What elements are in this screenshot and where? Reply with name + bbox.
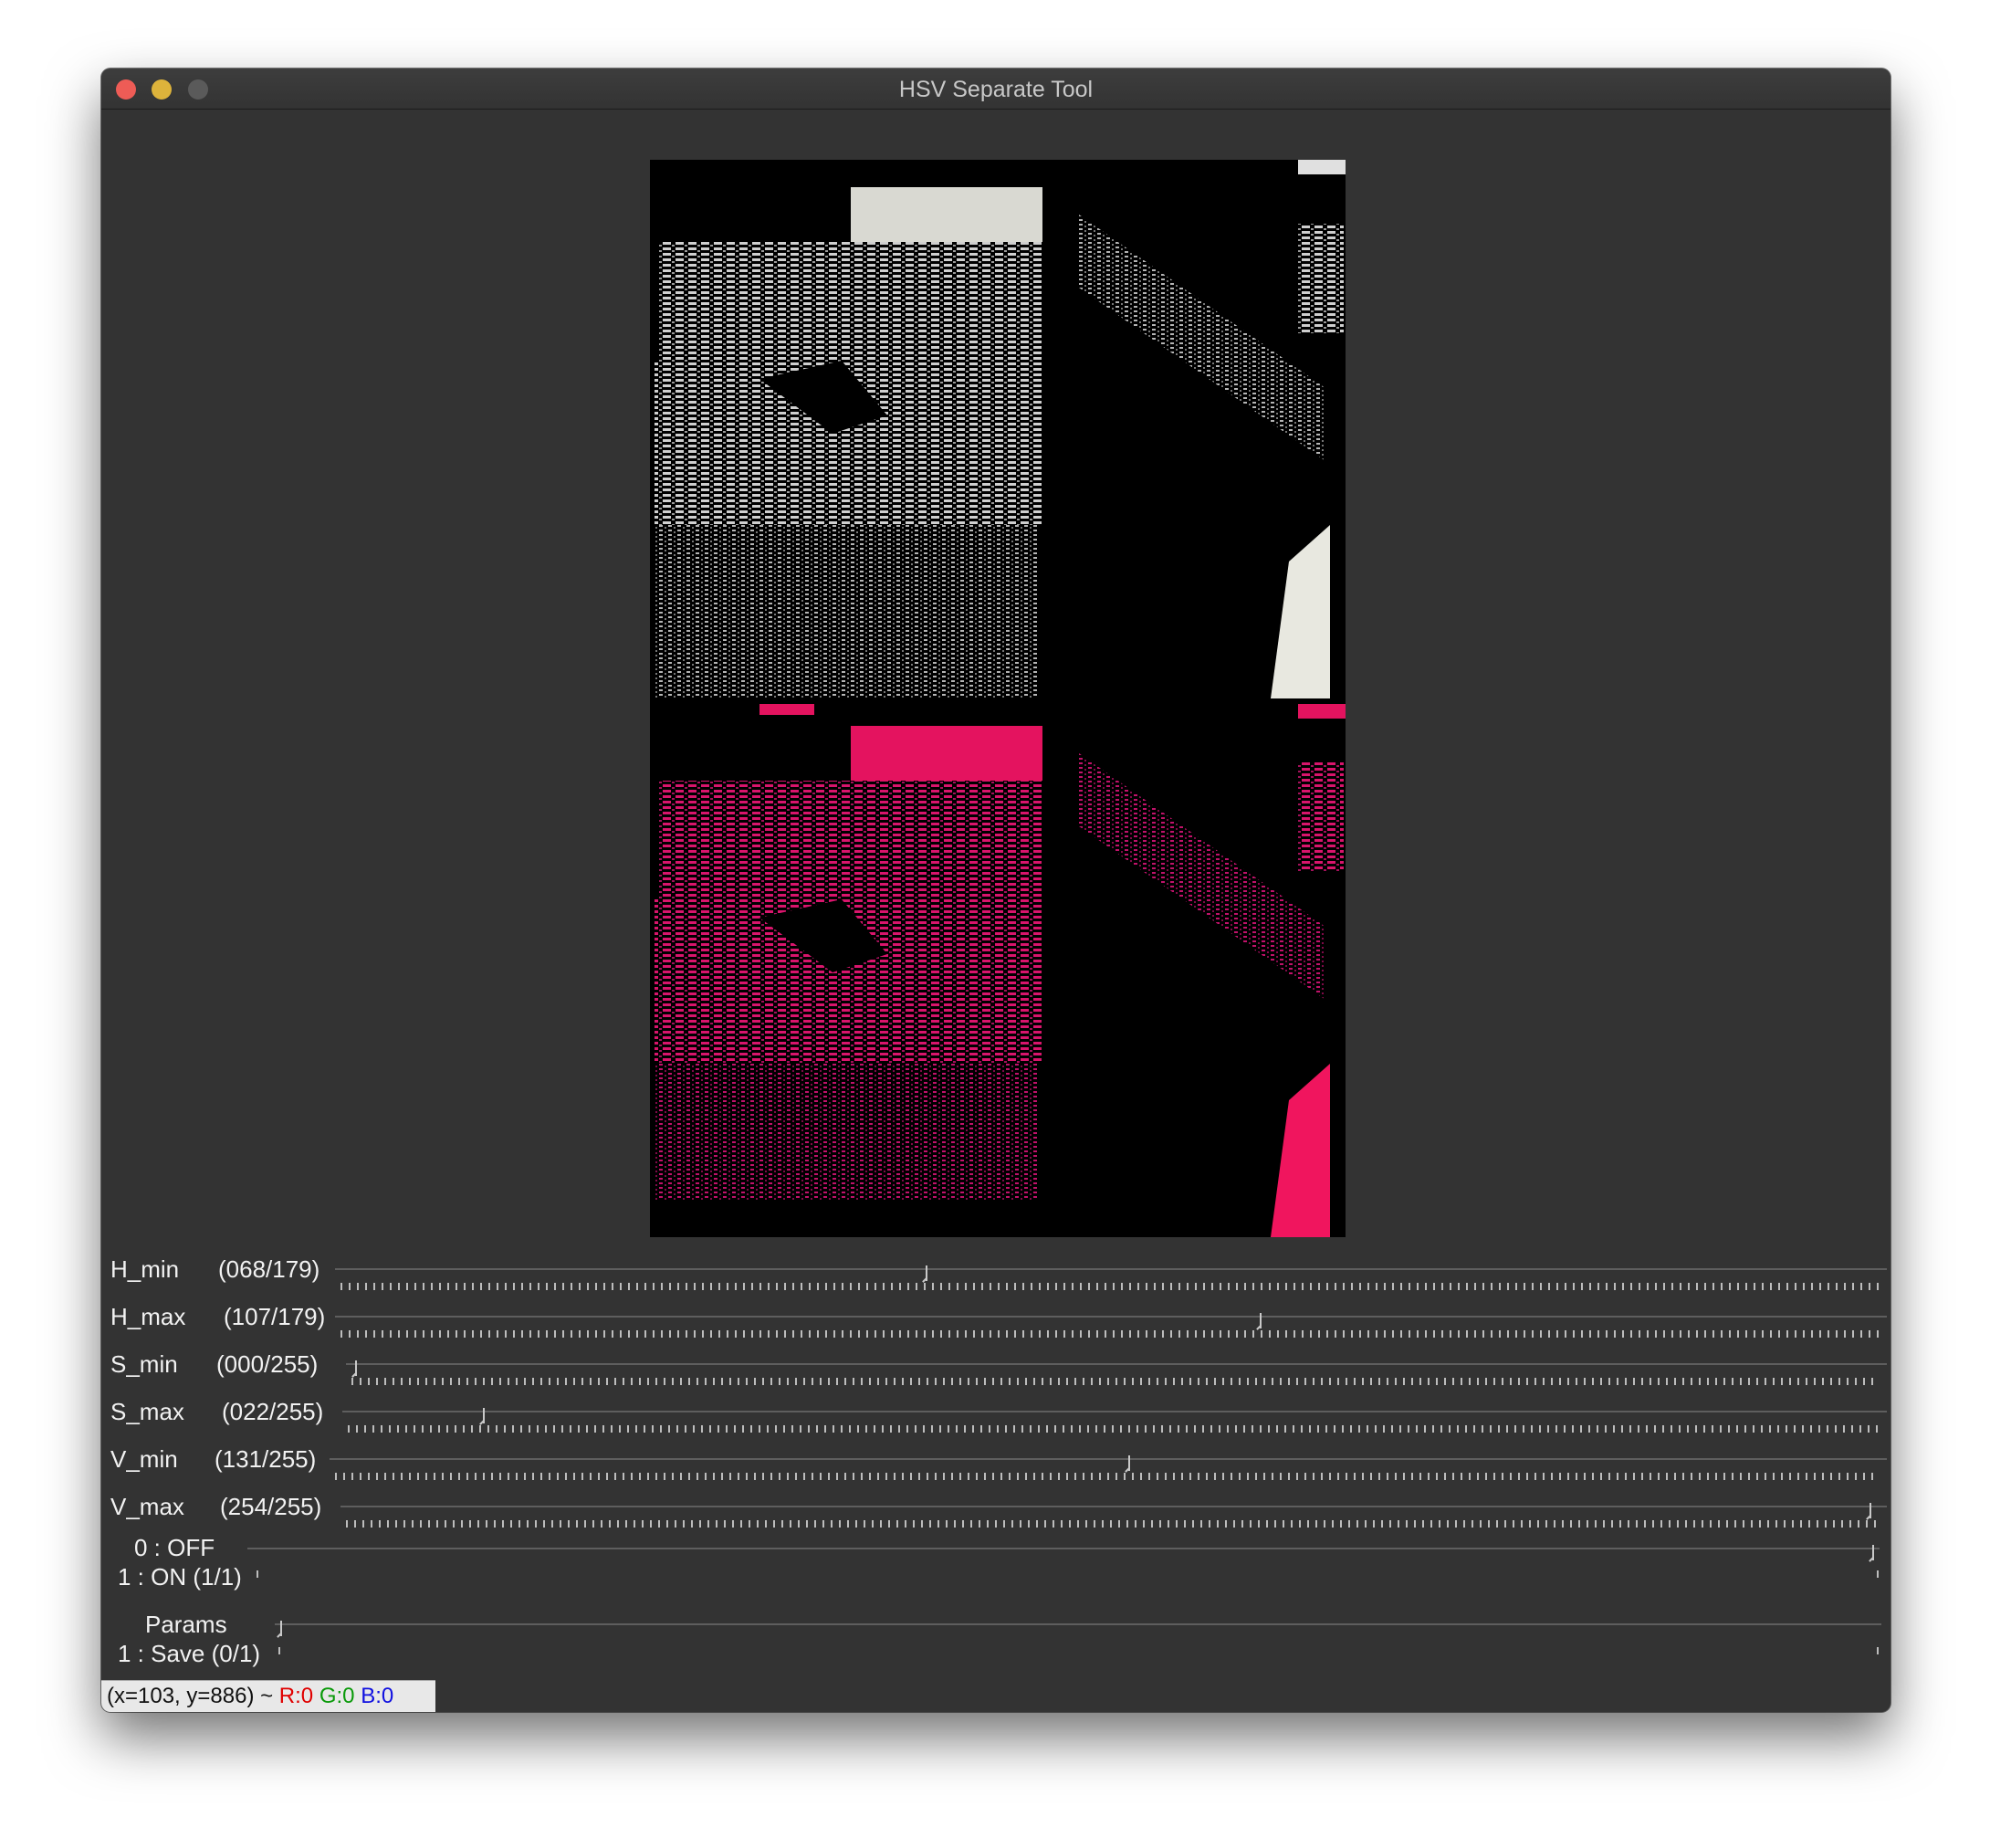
toggle-slider-line	[247, 1548, 1880, 1549]
trackbar-count-v-min: (131/255)	[215, 1445, 317, 1473]
trackbar-ticks	[340, 1283, 1880, 1290]
trackbar-slider-s-min[interactable]	[346, 1360, 1887, 1385]
trackbar-ticks	[346, 1520, 1880, 1528]
params-tick-min	[278, 1647, 280, 1654]
trackbar-slider-v-max[interactable]	[340, 1503, 1887, 1528]
trackbar-line	[335, 1268, 1887, 1270]
trackbar-slider-h-min[interactable]	[335, 1265, 1887, 1290]
toggle-slider[interactable]	[247, 1545, 1880, 1568]
trackbar-ticks	[351, 1378, 1880, 1385]
trackbar-line	[340, 1506, 1887, 1507]
trackbar-thumb[interactable]	[1125, 1455, 1134, 1475]
trackbar-name-v-max: V_max	[110, 1493, 184, 1520]
trackbar-thumb[interactable]	[922, 1265, 931, 1286]
window-title: HSV Separate Tool	[898, 77, 1094, 102]
app-window: HSV Separate Tool H_min (068/179) H_max …	[101, 68, 1890, 1712]
trackbar-thumb[interactable]	[479, 1408, 488, 1428]
trackbar-name-h-min: H_min	[110, 1255, 180, 1283]
toggle-label-off: 0 : OFF	[134, 1534, 215, 1561]
toggle-tick-max	[1877, 1570, 1879, 1578]
trackbar-count-s-max: (022/255)	[222, 1398, 324, 1425]
params-tick-max	[1877, 1647, 1879, 1654]
toggle-tick-min	[257, 1570, 258, 1578]
trackbar-name-v-min: V_min	[110, 1445, 178, 1473]
toggle-label-on: 1 : ON (1/1)	[118, 1563, 242, 1591]
status-coords: (x=103, y=886) ~	[107, 1684, 279, 1708]
params-label: Params	[145, 1611, 227, 1638]
trackbar-name-s-max: S_max	[110, 1398, 184, 1425]
trackbar-count-s-min: (000/255)	[216, 1350, 319, 1378]
trackbar-ticks	[348, 1425, 1880, 1433]
params-slider-line	[275, 1623, 1881, 1625]
params-slider-thumb[interactable]	[277, 1621, 286, 1641]
trackbar-thumb[interactable]	[1256, 1313, 1265, 1333]
params-slider[interactable]	[275, 1621, 1881, 1643]
trackbar-slider-s-max[interactable]	[342, 1408, 1887, 1433]
status-r: R:0	[278, 1684, 314, 1708]
trackbar-slider-h-max[interactable]	[335, 1313, 1887, 1338]
trackbar-line	[342, 1411, 1887, 1412]
trackbar-line	[346, 1363, 1887, 1365]
trackbar-name-h-max: H_max	[110, 1303, 186, 1330]
hsv-mask-preview	[650, 160, 1346, 1237]
title-bar: HSV Separate Tool	[101, 68, 1890, 110]
trackbar-thumb[interactable]	[1866, 1503, 1875, 1523]
trackbar-count-h-max: (107/179)	[224, 1303, 326, 1330]
trackbar-thumb[interactable]	[351, 1360, 361, 1381]
trackbar-line	[335, 1316, 1887, 1318]
trackbar-name-s-min: S_min	[110, 1350, 178, 1378]
trackbar-line	[330, 1458, 1887, 1460]
trackbar-ticks	[335, 1473, 1880, 1480]
toggle-slider-thumb[interactable]	[1869, 1545, 1878, 1565]
status-b: B:0	[361, 1684, 394, 1708]
trackbar-count-h-min: (068/179)	[218, 1255, 320, 1283]
trackbar-count-v-max: (254/255)	[220, 1493, 322, 1520]
status-bar: (x=103, y=886) ~ R:0 G:0 B:0	[101, 1680, 435, 1712]
params-save-label: 1 : Save (0/1)	[118, 1640, 261, 1667]
status-g: G:0	[319, 1684, 355, 1708]
trackbar-ticks	[340, 1330, 1880, 1338]
preview-image[interactable]	[650, 160, 1346, 1237]
trackbar-slider-v-min[interactable]	[330, 1455, 1887, 1480]
